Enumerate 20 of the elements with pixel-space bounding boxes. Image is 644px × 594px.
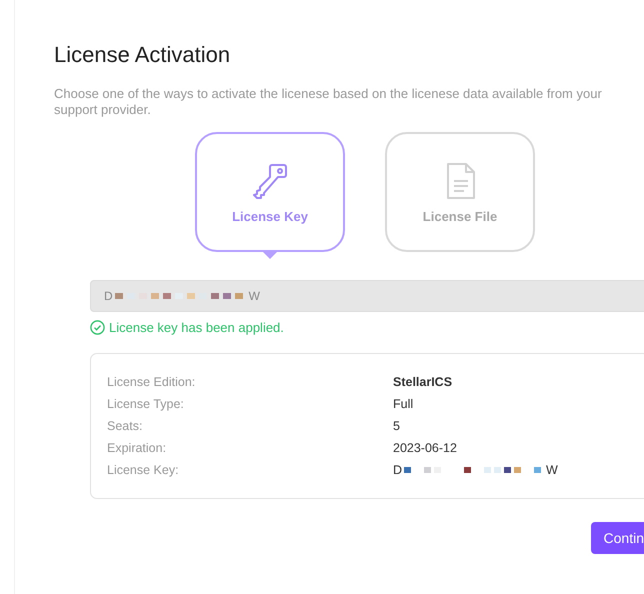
license-key-field[interactable]: D W [90,280,644,312]
detail-label: License Edition: [107,374,196,391]
pointer-icon [262,251,278,259]
page-title: License Activation [54,41,232,68]
method-card[interactable]: License Key [195,132,345,252]
detail-label: Seats: [107,418,144,435]
continue-button[interactable]: Contin [590,522,644,554]
detail-label: License Type: [107,396,185,413]
check-circle-icon [90,320,105,335]
detail-label: License Key: [107,462,180,479]
detail-value: Full [393,396,414,413]
status-message: License key has been applied. [109,320,284,335]
detail-value: 2023-06-12 [393,440,457,457]
detail-value: W [546,462,558,479]
method-card[interactable]: License File [385,132,535,252]
detail-value: 5 [393,418,400,435]
description: Choose one of the ways to activate the licenese based on the licenese data available from your support provider. [54,86,603,118]
detail-value: StellarICS [393,374,452,391]
detail-value: D [393,462,402,479]
detail-label: Expiration: [107,440,168,457]
